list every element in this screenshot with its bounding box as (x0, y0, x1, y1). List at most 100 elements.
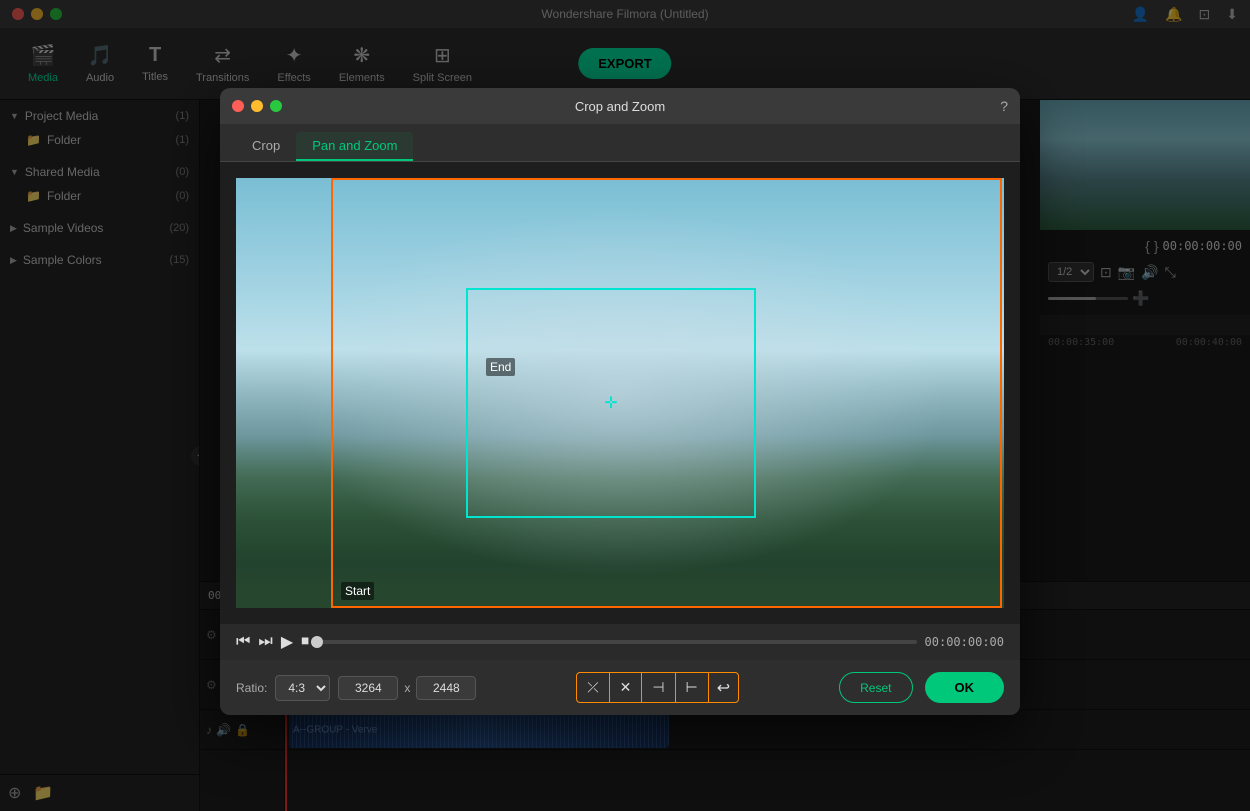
minimize-button[interactable] (31, 8, 43, 20)
titles-label: Titles (142, 71, 168, 83)
window-buttons (12, 8, 62, 20)
modal-time-display: 00:00:00:00 (925, 635, 1004, 649)
audio-track-icons: ♪ 🔊 🔒 (206, 723, 250, 737)
project-media-count: (1) (176, 110, 189, 122)
modal-titlebar: Crop and Zoom ? (220, 88, 1020, 124)
bell-icon[interactable]: 🔔 (1165, 6, 1182, 23)
play-icon[interactable]: ▶ (281, 632, 293, 652)
screenshot-icon[interactable]: 📷 (1118, 264, 1135, 281)
time-row-bottom: 00:00:35:00 00:00:40:00 (1040, 335, 1250, 350)
project-media-item[interactable]: ▼ Project Media (1) (0, 104, 199, 128)
align-center-h-icon[interactable]: ⤫ (577, 673, 609, 702)
in-point-icon[interactable]: { (1145, 238, 1150, 254)
toolbar-item-audio[interactable]: 🎵 Audio (74, 37, 126, 90)
expand-triangle: ▼ (10, 111, 19, 121)
height-input[interactable] (416, 676, 476, 700)
progress-bar[interactable] (317, 640, 916, 644)
media-icon: 🎬 (31, 43, 56, 68)
stop-icon[interactable]: ⏹ (301, 633, 309, 651)
export-button[interactable]: EXPORT (578, 48, 671, 79)
toolbar-item-media[interactable]: 🎬 Media (16, 37, 70, 90)
volume-row: ➕ (1048, 290, 1242, 307)
start-label: Start (341, 582, 374, 600)
toolbar-item-transitions[interactable]: ⇄ Transitions (184, 37, 261, 90)
rotate-icon[interactable]: ↩ (709, 673, 738, 702)
audio-clip[interactable]: A--GROUP - Verve (289, 712, 669, 748)
audio-track-header: ♪ 🔊 🔒 (200, 710, 284, 750)
action-buttons: Reset OK (839, 672, 1004, 703)
sample-colors-item[interactable]: ▶ Sample Colors (15) (0, 248, 199, 272)
pip-icon[interactable]: ⊡ (1100, 264, 1112, 281)
toolbar-item-effects[interactable]: ✦ Effects (265, 37, 322, 90)
volume-icon[interactable]: 🔊 (1141, 264, 1158, 281)
volume-slider[interactable] (1048, 297, 1128, 300)
maximize-button[interactable] (50, 8, 62, 20)
reset-button[interactable]: Reset (839, 672, 912, 703)
panel-collapse-arrow[interactable]: ◀ (191, 446, 200, 466)
align-left-icon[interactable]: ⊣ (642, 673, 675, 702)
modal-title: Crop and Zoom (575, 99, 665, 114)
close-button[interactable] (12, 8, 24, 20)
download-icon[interactable]: ⬇ (1226, 6, 1238, 23)
preview-time-value: 00:00:00:00 (1163, 239, 1242, 253)
window-icon[interactable]: ⊡ (1199, 6, 1211, 23)
volume-plus-icon[interactable]: ➕ (1132, 290, 1149, 307)
sample-videos-item[interactable]: ▶ Sample Videos (20) (0, 216, 199, 240)
shared-media-section: ▼ Shared Media (0) 📁 Folder (0) (0, 156, 199, 212)
frame-back-icon[interactable]: ⏭ (258, 633, 272, 651)
progress-handle[interactable] (311, 636, 323, 648)
shared-media-item[interactable]: ▼ Shared Media (0) (0, 160, 199, 184)
audio-track-volume-icon[interactable]: 🔊 (216, 723, 231, 737)
shared-folder-icon: 📁 (26, 189, 41, 203)
audio-track-music-icon[interactable]: ♪ (206, 723, 212, 737)
project-folder-count: (1) (176, 134, 189, 146)
right-panel-controls: { } 00:00:00:00 1/2 ⊡ 📷 🔊 (1040, 230, 1250, 315)
shared-folder-count: (0) (176, 190, 189, 202)
width-input[interactable] (338, 676, 398, 700)
ratio-row: Ratio: 4:3 x (236, 675, 476, 701)
crop-zoom-modal[interactable]: Crop and Zoom ? Crop Pan and Zoom ✛ Star… (220, 88, 1020, 715)
fullscreen-icon[interactable]: ⤡ (1165, 264, 1176, 281)
audio-label: Audio (86, 72, 114, 84)
ok-button[interactable]: OK (925, 672, 1005, 703)
audio-icon: 🎵 (88, 43, 113, 68)
tab-pan-zoom[interactable]: Pan and Zoom (296, 132, 413, 161)
sample-videos-triangle: ▶ (10, 223, 17, 234)
media-label: Media (28, 72, 58, 84)
toolbar-item-titles[interactable]: T Titles (130, 38, 180, 89)
modal-maximize-button[interactable] (270, 100, 282, 112)
account-icon[interactable]: 👤 (1132, 6, 1149, 23)
modal-canvas-wrapper: ✛ Start End (220, 162, 1020, 624)
shared-folder-label: Folder (47, 189, 81, 203)
sample-colors-label: Sample Colors (23, 253, 102, 267)
project-folder-label: Folder (47, 133, 81, 147)
dimension-inputs: x (338, 676, 476, 700)
modal-minimize-button[interactable] (251, 100, 263, 112)
new-project-icon[interactable]: ⊕ (8, 783, 21, 803)
step-back-icon[interactable]: ⏮ (236, 633, 250, 651)
audio-track: A--GROUP - Verve (285, 710, 1250, 750)
crop-canvas[interactable]: ✛ Start End (236, 178, 1004, 608)
modal-close-button[interactable] (232, 100, 244, 112)
out-point-icon[interactable]: } (1154, 238, 1159, 254)
folder-icon: 📁 (26, 133, 41, 147)
align-right-icon[interactable]: ⊢ (676, 673, 709, 702)
shared-media-label: Shared Media (25, 165, 100, 179)
toolbar-item-split-screen[interactable]: ⊞ Split Screen (401, 37, 484, 90)
track-settings-icon[interactable]: ⚙ (206, 628, 217, 642)
project-media-folder[interactable]: 📁 Folder (1) (0, 128, 199, 152)
align-center-v-icon[interactable]: ✕ (610, 673, 643, 702)
split-screen-icon: ⊞ (434, 43, 451, 68)
shared-media-count: (0) (176, 166, 189, 178)
toolbar-item-elements[interactable]: ❋ Elements (327, 37, 397, 90)
shared-media-folder[interactable]: 📁 Folder (0) (0, 184, 199, 208)
playback-ratio-select[interactable]: 1/2 (1048, 262, 1094, 282)
ratio-dropdown[interactable]: 4:3 (275, 675, 330, 701)
new-folder-icon[interactable]: 📁 (33, 783, 53, 803)
help-icon[interactable]: ? (1000, 98, 1008, 114)
track2-settings-icon[interactable]: ⚙ (206, 678, 217, 692)
audio-track-lock-icon[interactable]: 🔒 (235, 723, 250, 737)
effects-label: Effects (277, 72, 310, 84)
time-ruler (1040, 315, 1250, 335)
tab-crop[interactable]: Crop (236, 132, 296, 161)
